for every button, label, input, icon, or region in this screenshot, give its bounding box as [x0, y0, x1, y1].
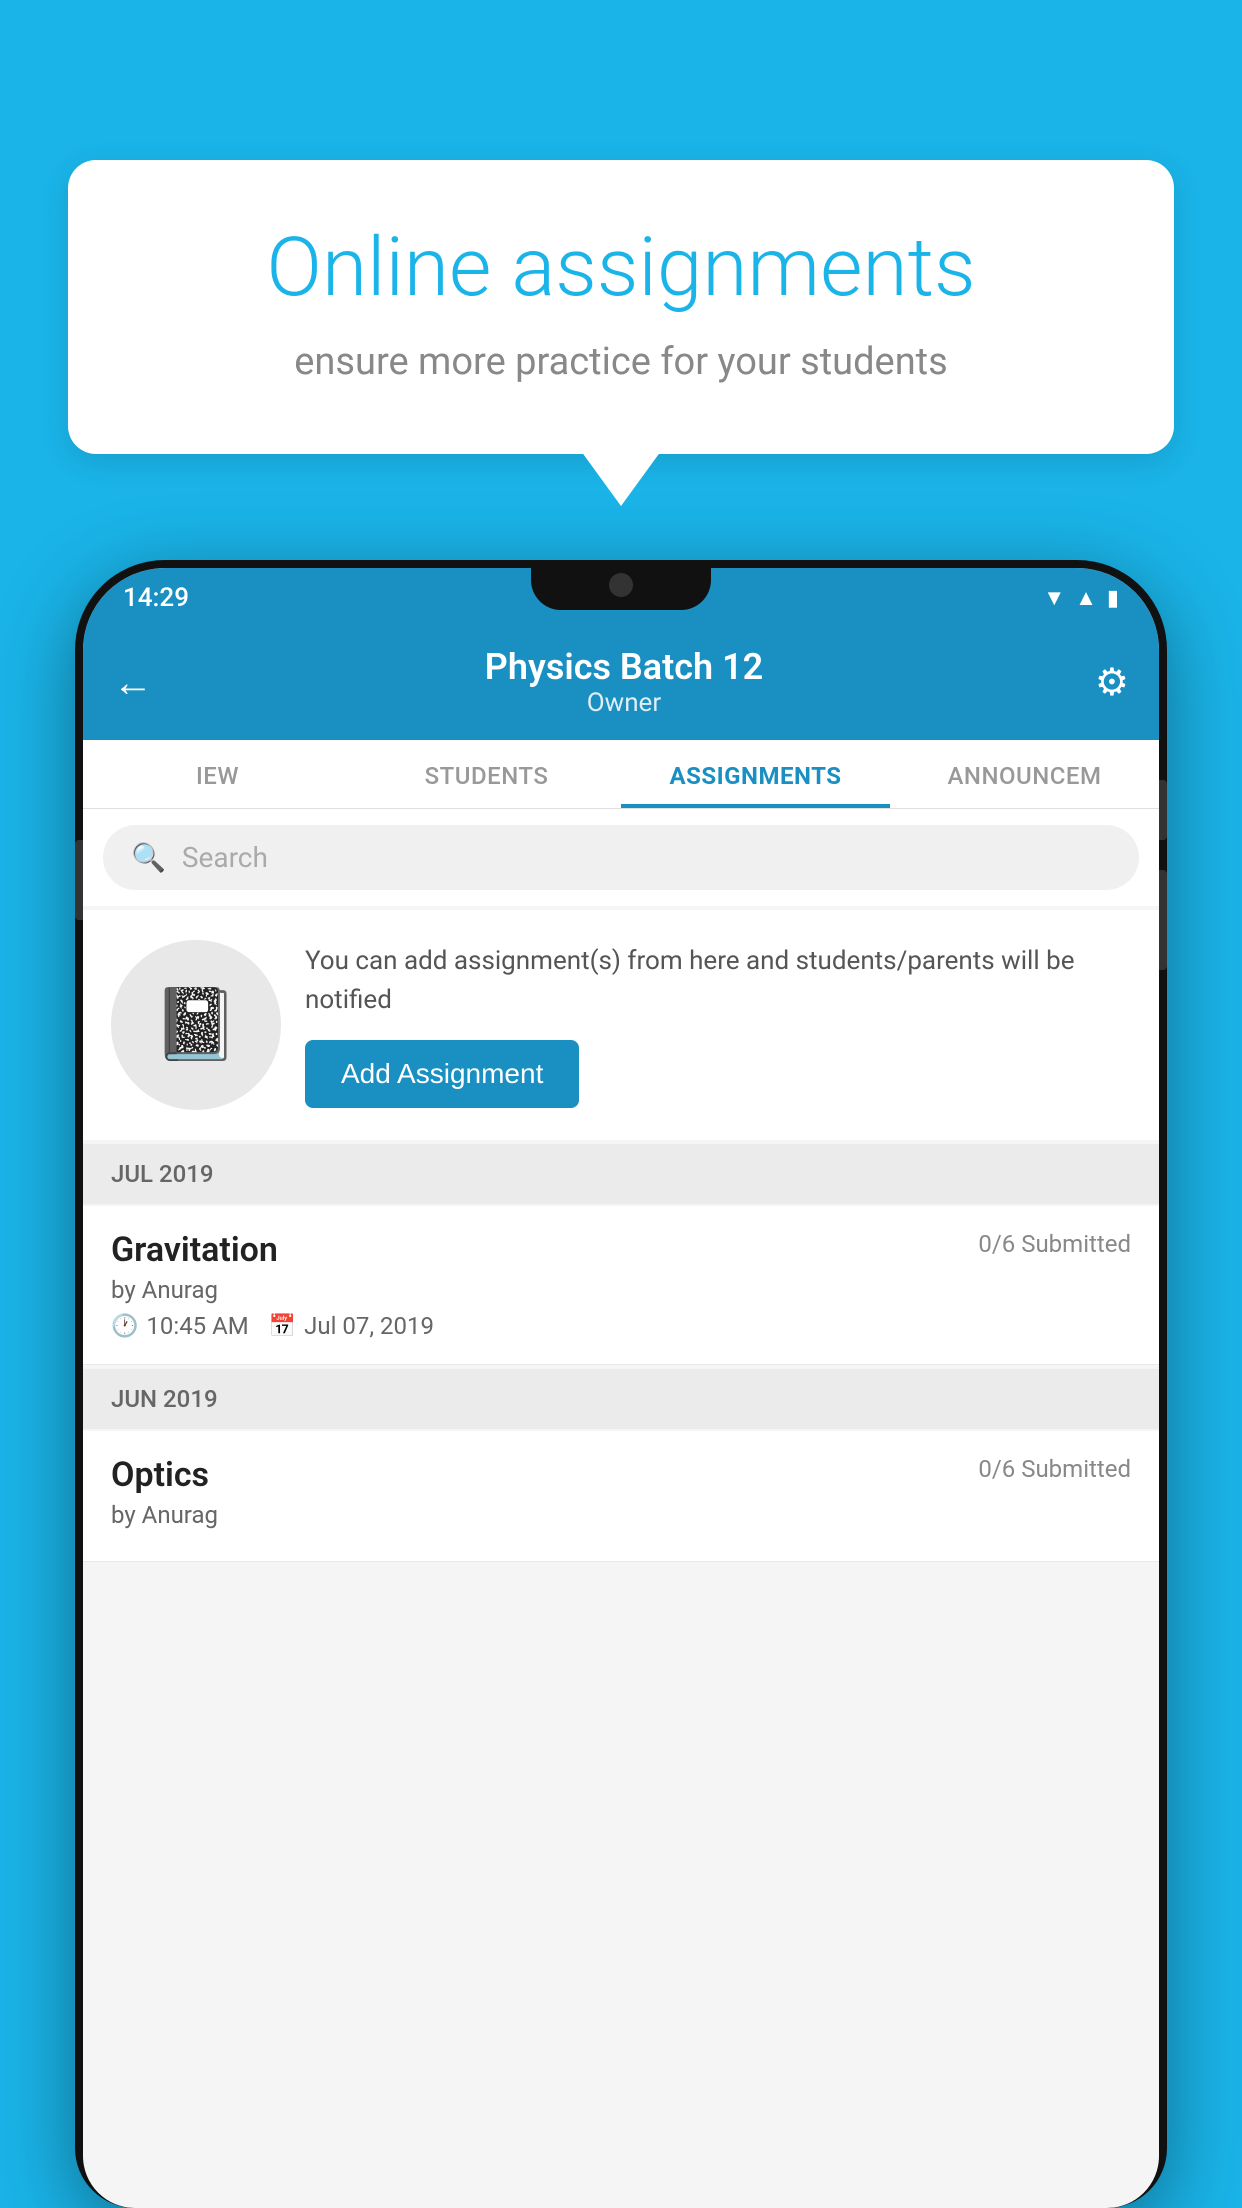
tab-iew[interactable]: IEW — [83, 740, 352, 808]
bubble-title: Online assignments — [138, 220, 1104, 316]
search-container: 🔍 Search — [83, 809, 1159, 906]
power-button — [1159, 780, 1167, 840]
assignment-submitted-optics: 0/6 Submitted — [978, 1455, 1131, 1483]
volume-down-button — [1159, 870, 1167, 970]
tab-students[interactable]: STUDENTS — [352, 740, 621, 808]
status-time: 14:29 — [123, 583, 189, 613]
back-button[interactable]: ← — [113, 659, 153, 706]
section-jun-2019: JUN 2019 — [83, 1369, 1159, 1429]
tab-bar: IEW STUDENTS ASSIGNMENTS ANNOUNCEM — [83, 740, 1159, 809]
assignment-submitted: 0/6 Submitted — [978, 1230, 1131, 1258]
status-icons: ▼ ▲ ▮ — [1043, 585, 1119, 611]
search-input[interactable]: Search — [182, 841, 268, 874]
header-title: Physics Batch 12 — [485, 646, 763, 688]
assignment-gravitation[interactable]: Gravitation 0/6 Submitted by Anurag 🕐 10… — [83, 1206, 1159, 1365]
bubble-subtitle: ensure more practice for your students — [138, 340, 1104, 384]
promo-content: You can add assignment(s) from here and … — [305, 942, 1131, 1108]
wifi-icon: ▼ — [1043, 585, 1065, 611]
battery-icon: ▮ — [1107, 586, 1119, 611]
signal-icon: ▲ — [1075, 585, 1097, 611]
assignment-by: by Anurag — [111, 1276, 1131, 1304]
speech-bubble: Online assignments ensure more practice … — [68, 160, 1174, 454]
phone-screen: 14:29 ▼ ▲ ▮ ← Physics Batch 12 Owner ⚙ I… — [83, 568, 1159, 2208]
calendar-icon: 📅 — [269, 1314, 296, 1339]
assignment-name: Gravitation — [111, 1230, 278, 1270]
front-camera — [609, 573, 633, 597]
date-value: Jul 07, 2019 — [304, 1312, 434, 1340]
search-bar[interactable]: 🔍 Search — [103, 825, 1139, 890]
content-area: 🔍 Search 📓 You can add assignment(s) fro… — [83, 809, 1159, 1562]
tab-announcements[interactable]: ANNOUNCEM — [890, 740, 1159, 808]
assignment-optics[interactable]: Optics 0/6 Submitted by Anurag — [83, 1431, 1159, 1562]
promo-icon-circle: 📓 — [111, 940, 281, 1110]
assignment-time: 🕐 10:45 AM — [111, 1312, 249, 1340]
phone-notch — [531, 560, 711, 610]
header-center: Physics Batch 12 Owner — [485, 646, 763, 718]
settings-icon[interactable]: ⚙ — [1095, 660, 1129, 705]
tab-assignments[interactable]: ASSIGNMENTS — [621, 740, 890, 808]
promo-block: 📓 You can add assignment(s) from here an… — [83, 910, 1159, 1140]
volume-button — [75, 840, 83, 920]
section-jul-2019: JUL 2019 — [83, 1144, 1159, 1204]
app-header: ← Physics Batch 12 Owner ⚙ — [83, 628, 1159, 740]
time-value: 10:45 AM — [146, 1312, 248, 1340]
phone-frame: 14:29 ▼ ▲ ▮ ← Physics Batch 12 Owner ⚙ I… — [75, 560, 1167, 2208]
assignment-date: 📅 Jul 07, 2019 — [269, 1312, 434, 1340]
promo-text: You can add assignment(s) from here and … — [305, 942, 1131, 1020]
header-subtitle: Owner — [485, 688, 763, 718]
assignment-name-optics: Optics — [111, 1455, 209, 1495]
search-icon: 🔍 — [131, 841, 166, 874]
clock-icon: 🕐 — [111, 1314, 138, 1339]
assignment-meta: 🕐 10:45 AM 📅 Jul 07, 2019 — [111, 1312, 1131, 1340]
assignment-by-optics: by Anurag — [111, 1501, 1131, 1529]
notebook-icon: 📓 — [152, 984, 239, 1066]
add-assignment-button[interactable]: Add Assignment — [305, 1040, 579, 1108]
